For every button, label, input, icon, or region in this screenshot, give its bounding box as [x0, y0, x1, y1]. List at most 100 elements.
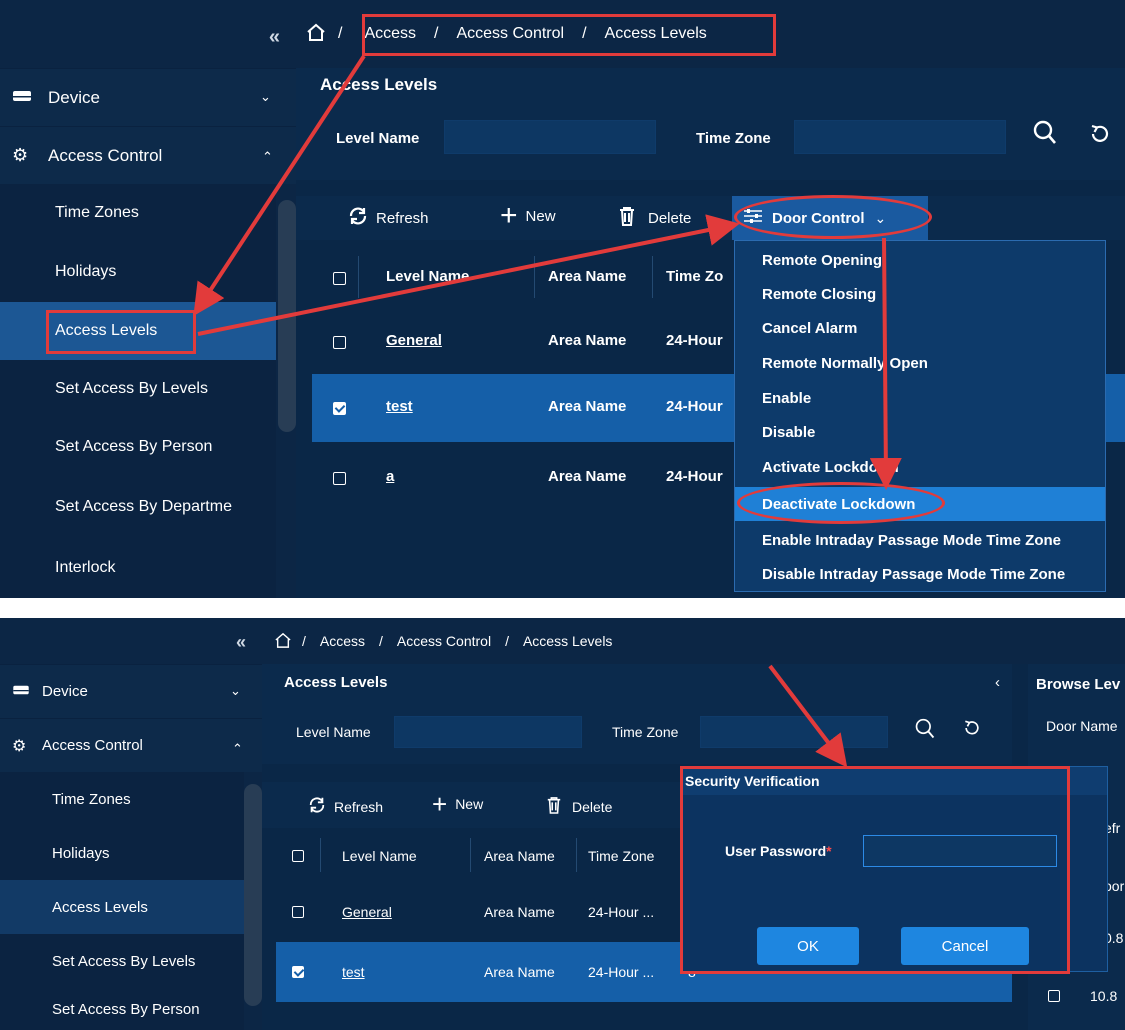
menu-item-disable-intraday-passage[interactable]: Disable Intraday Passage Mode Time Zone: [735, 557, 1105, 591]
menu-item-enable-intraday-passage[interactable]: Enable Intraday Passage Mode Time Zone: [735, 523, 1105, 557]
breadcrumb-separator: /: [505, 633, 509, 649]
sidebar-item-set-access-by-person[interactable]: Set Access By Person: [0, 418, 276, 476]
collapse-sidebar-icon[interactable]: «: [0, 618, 262, 664]
sidebar-item-time-zones[interactable]: Time Zones: [0, 772, 244, 826]
home-icon[interactable]: [274, 632, 292, 651]
area-name-cell: Area Name: [548, 398, 627, 415]
reset-icon[interactable]: [962, 718, 982, 743]
breadcrumb-separator: /: [379, 633, 383, 649]
sidebar-scrollbar[interactable]: [244, 784, 262, 1006]
row-checkbox[interactable]: [1048, 990, 1060, 1002]
home-icon[interactable]: [306, 23, 326, 46]
sidebar-item-label: Access Control: [42, 737, 143, 754]
sidebar-item-set-access-by-person[interactable]: Set Access By Person: [0, 988, 244, 1030]
time-zone-cell: 24-Hour: [666, 332, 723, 349]
column-header-time-zone[interactable]: Time Zo: [666, 268, 723, 285]
sidebar: « Device ⌄ ⚙ Access Control ⌃ Time Zones…: [0, 0, 296, 598]
column-header-time-zone[interactable]: Time Zone: [588, 848, 654, 864]
column-header-area-name[interactable]: Area Name: [484, 848, 555, 864]
column-divider: [534, 256, 535, 298]
sidebar-item-holidays[interactable]: Holidays: [0, 242, 276, 302]
time-zone-label: Time Zone: [612, 724, 679, 740]
plus-icon: +: [500, 199, 518, 232]
device-icon: [12, 88, 34, 108]
sidebar-item-access-control[interactable]: ⚙ Access Control ⌃: [0, 126, 296, 184]
device-icon: [12, 683, 32, 700]
refresh-icon: [348, 206, 368, 230]
delete-button[interactable]: Delete: [546, 796, 612, 817]
sidebar-scrollbar[interactable]: [278, 200, 296, 432]
bottom-screenshot-panel: « Device ⌄ ⚙ Access Control ⌃ Time Zones…: [0, 618, 1125, 1030]
sidebar-item-access-control[interactable]: ⚙ Access Control ⌃: [0, 718, 262, 772]
level-name-input[interactable]: [394, 716, 582, 748]
menu-item-remote-closing[interactable]: Remote Closing: [735, 277, 1105, 311]
new-label: New: [525, 207, 556, 225]
area-name-cell: Area Name: [484, 964, 555, 980]
column-header-area-name[interactable]: Area Name: [548, 268, 626, 285]
sidebar-item-access-levels[interactable]: Access Levels: [0, 880, 244, 934]
time-zone-input[interactable]: [700, 716, 888, 748]
menu-item-disable[interactable]: Disable: [735, 415, 1105, 449]
column-divider: [576, 838, 577, 872]
level-name-link[interactable]: General: [386, 332, 442, 349]
menu-item-remote-opening[interactable]: Remote Opening: [735, 243, 1105, 277]
sidebar-item-label: Set Access By Levels: [52, 952, 196, 970]
door-control-menu: Remote Opening Remote Closing Cancel Ala…: [734, 240, 1106, 592]
sidebar-item-set-access-by-levels[interactable]: Set Access By Levels: [0, 934, 244, 988]
sidebar-item-label: Holidays: [52, 844, 110, 862]
breadcrumb-access[interactable]: Access: [320, 633, 365, 649]
sidebar-item-device[interactable]: Device ⌄: [0, 68, 296, 126]
column-header-level-name[interactable]: Level Name: [386, 268, 469, 285]
breadcrumb-separator: /: [338, 25, 343, 42]
sidebar-item-label: Device: [48, 87, 100, 107]
sidebar-item-interlock[interactable]: Interlock: [0, 538, 276, 598]
collapse-panel-icon[interactable]: ‹: [995, 674, 1000, 691]
access-levels-highlight-box: [46, 310, 196, 354]
menu-item-cancel-alarm[interactable]: Cancel Alarm: [735, 311, 1105, 345]
trash-icon: [618, 206, 636, 230]
new-button[interactable]: + New: [500, 199, 556, 232]
breadcrumb-separator: /: [302, 633, 306, 649]
level-name-link[interactable]: test: [386, 398, 413, 415]
refresh-button[interactable]: Refresh: [348, 206, 429, 230]
select-all-checkbox[interactable]: [333, 272, 346, 285]
row-checkbox-checked[interactable]: [333, 402, 346, 415]
sidebar-item-time-zones[interactable]: Time Zones: [0, 184, 276, 242]
row-checkbox[interactable]: [292, 906, 304, 918]
breadcrumb-access-control[interactable]: Access Control: [397, 633, 491, 649]
menu-item-activate-lockdown[interactable]: Activate Lockdown: [735, 449, 1105, 485]
search-icon[interactable]: [1032, 118, 1058, 153]
level-name-input[interactable]: [444, 120, 656, 154]
row-checkbox[interactable]: [333, 472, 346, 485]
menu-item-enable[interactable]: Enable: [735, 381, 1105, 415]
row-checkbox[interactable]: [333, 336, 346, 349]
sidebar-item-set-access-by-levels[interactable]: Set Access By Levels: [0, 360, 276, 418]
level-name-link[interactable]: a: [386, 468, 394, 485]
collapse-sidebar-icon[interactable]: «: [0, 0, 296, 68]
refresh-button[interactable]: Refresh: [308, 796, 383, 817]
column-header-level-name[interactable]: Level Name: [342, 848, 417, 864]
sidebar-item-holidays[interactable]: Holidays: [0, 826, 244, 880]
row-checkbox-checked[interactable]: [292, 966, 304, 978]
toolbar: Refresh + New Delete Door Control ⌄: [296, 196, 1125, 240]
level-name-link[interactable]: test: [342, 964, 365, 980]
refresh-label: Refresh: [334, 798, 384, 815]
time-zone-input[interactable]: [794, 120, 1006, 154]
time-zone-cell: 24-Hour: [666, 398, 723, 415]
delete-button[interactable]: Delete: [618, 206, 691, 230]
new-label: New: [455, 796, 484, 812]
browse-cell: 10.8: [1090, 988, 1118, 1004]
page-title: Access Levels ‹: [262, 664, 1012, 704]
search-icon[interactable]: [914, 716, 936, 747]
new-button[interactable]: + New: [432, 791, 484, 817]
sidebar-item-set-access-by-department[interactable]: Set Access By Departme: [0, 476, 276, 538]
gear-icon: ⚙: [12, 737, 27, 755]
select-all-checkbox[interactable]: [292, 850, 304, 862]
page-title-text: Access Levels: [284, 674, 388, 691]
reset-icon[interactable]: [1088, 122, 1112, 151]
area-name-cell: Area Name: [484, 904, 555, 920]
delete-label: Delete: [648, 209, 692, 227]
menu-item-remote-normally-open[interactable]: Remote Normally Open: [735, 345, 1105, 381]
level-name-link[interactable]: General: [342, 904, 392, 920]
sidebar-item-device[interactable]: Device ⌄: [0, 664, 262, 718]
